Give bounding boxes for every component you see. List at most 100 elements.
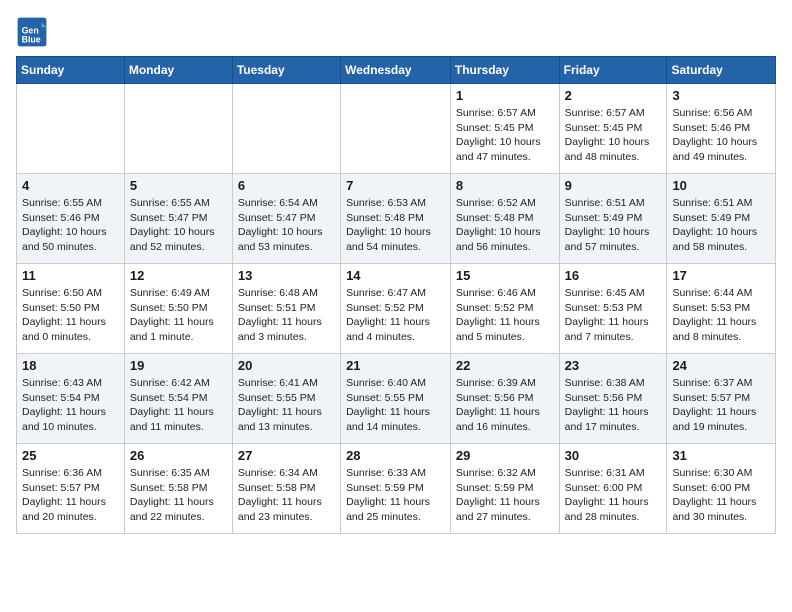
day-info: Sunrise: 6:51 AM Sunset: 5:49 PM Dayligh… <box>565 196 662 255</box>
day-info: Sunrise: 6:39 AM Sunset: 5:56 PM Dayligh… <box>456 376 554 435</box>
day-header-wednesday: Wednesday <box>341 57 451 84</box>
calendar-cell: 13 Sunrise: 6:48 AM Sunset: 5:51 PM Dayli… <box>232 264 340 354</box>
calendar-cell <box>17 84 125 174</box>
calendar-cell: 31 Sunrise: 6:30 AM Sunset: 6:00 PM Dayli… <box>667 444 776 534</box>
logo-icon: Gen Blue <box>16 16 48 48</box>
calendar-cell: 9 Sunrise: 6:51 AM Sunset: 5:49 PM Daylig… <box>559 174 667 264</box>
calendar-cell: 7 Sunrise: 6:53 AM Sunset: 5:48 PM Daylig… <box>341 174 451 264</box>
day-info: Sunrise: 6:34 AM Sunset: 5:58 PM Dayligh… <box>238 466 335 525</box>
day-number: 18 <box>22 358 119 373</box>
calendar-cell: 3 Sunrise: 6:56 AM Sunset: 5:46 PM Daylig… <box>667 84 776 174</box>
calendar-cell: 21 Sunrise: 6:40 AM Sunset: 5:55 PM Dayli… <box>341 354 451 444</box>
day-header-monday: Monday <box>124 57 232 84</box>
day-header-tuesday: Tuesday <box>232 57 340 84</box>
calendar-cell: 6Sunrise: 6:54 AM Sunset: 5:47 PM Daylig… <box>232 174 340 264</box>
calendar-cell: 23Sunrise: 6:38 AM Sunset: 5:56 PM Dayli… <box>559 354 667 444</box>
calendar-week-2: 4 Sunrise: 6:55 AM Sunset: 5:46 PM Daylig… <box>17 174 776 264</box>
day-info: Sunrise: 6:48 AM Sunset: 5:51 PM Dayligh… <box>238 286 335 345</box>
day-info: Sunrise: 6:40 AM Sunset: 5:55 PM Dayligh… <box>346 376 445 435</box>
calendar-cell: 19Sunrise: 6:42 AM Sunset: 5:54 PM Dayli… <box>124 354 232 444</box>
day-info: Sunrise: 6:36 AM Sunset: 5:57 PM Dayligh… <box>22 466 119 525</box>
day-number: 8 <box>456 178 554 193</box>
day-number: 31 <box>672 448 770 463</box>
svg-text:Blue: Blue <box>22 34 41 44</box>
calendar-cell: 10Sunrise: 6:51 AM Sunset: 5:49 PM Dayli… <box>667 174 776 264</box>
day-number: 3 <box>672 88 770 103</box>
calendar-cell: 20 Sunrise: 6:41 AM Sunset: 5:55 PM Dayli… <box>232 354 340 444</box>
day-info: Sunrise: 6:56 AM Sunset: 5:46 PM Dayligh… <box>672 106 770 165</box>
day-number: 28 <box>346 448 445 463</box>
day-info: Sunrise: 6:38 AM Sunset: 5:56 PM Dayligh… <box>565 376 662 435</box>
calendar-cell <box>124 84 232 174</box>
day-number: 5 <box>130 178 227 193</box>
day-info: Sunrise: 6:43 AM Sunset: 5:54 PM Dayligh… <box>22 376 119 435</box>
calendar-cell: 1Sunrise: 6:57 AM Sunset: 5:45 PM Daylig… <box>450 84 559 174</box>
calendar-cell: 8 Sunrise: 6:52 AM Sunset: 5:48 PM Daylig… <box>450 174 559 264</box>
day-info: Sunrise: 6:52 AM Sunset: 5:48 PM Dayligh… <box>456 196 554 255</box>
day-number: 15 <box>456 268 554 283</box>
day-number: 25 <box>22 448 119 463</box>
day-number: 9 <box>565 178 662 193</box>
day-info: Sunrise: 6:50 AM Sunset: 5:50 PM Dayligh… <box>22 286 119 345</box>
day-info: Sunrise: 6:47 AM Sunset: 5:52 PM Dayligh… <box>346 286 445 345</box>
day-number: 24 <box>672 358 770 373</box>
page-header: Gen Blue <box>16 16 776 48</box>
day-info: Sunrise: 6:55 AM Sunset: 5:47 PM Dayligh… <box>130 196 227 255</box>
day-number: 13 <box>238 268 335 283</box>
day-info: Sunrise: 6:45 AM Sunset: 5:53 PM Dayligh… <box>565 286 662 345</box>
day-number: 19 <box>130 358 227 373</box>
day-info: Sunrise: 6:44 AM Sunset: 5:53 PM Dayligh… <box>672 286 770 345</box>
day-number: 2 <box>565 88 662 103</box>
day-info: Sunrise: 6:51 AM Sunset: 5:49 PM Dayligh… <box>672 196 770 255</box>
calendar-cell: 11 Sunrise: 6:50 AM Sunset: 5:50 PM Dayli… <box>17 264 125 354</box>
day-number: 7 <box>346 178 445 193</box>
day-info: Sunrise: 6:31 AM Sunset: 6:00 PM Dayligh… <box>565 466 662 525</box>
day-header-friday: Friday <box>559 57 667 84</box>
day-header-sunday: Sunday <box>17 57 125 84</box>
day-info: Sunrise: 6:30 AM Sunset: 6:00 PM Dayligh… <box>672 466 770 525</box>
calendar-cell: 18 Sunrise: 6:43 AM Sunset: 5:54 PM Dayli… <box>17 354 125 444</box>
calendar-table: SundayMondayTuesdayWednesdayThursdayFrid… <box>16 56 776 534</box>
day-info: Sunrise: 6:49 AM Sunset: 5:50 PM Dayligh… <box>130 286 227 345</box>
day-info: Sunrise: 6:54 AM Sunset: 5:47 PM Dayligh… <box>238 196 335 255</box>
day-info: Sunrise: 6:35 AM Sunset: 5:58 PM Dayligh… <box>130 466 227 525</box>
day-number: 29 <box>456 448 554 463</box>
calendar-cell: 2 Sunrise: 6:57 AM Sunset: 5:45 PM Daylig… <box>559 84 667 174</box>
calendar-cell: 29 Sunrise: 6:32 AM Sunset: 5:59 PM Dayli… <box>450 444 559 534</box>
calendar-week-5: 25 Sunrise: 6:36 AM Sunset: 5:57 PM Dayli… <box>17 444 776 534</box>
calendar-cell: 17 Sunrise: 6:44 AM Sunset: 5:53 PM Dayli… <box>667 264 776 354</box>
day-info: Sunrise: 6:55 AM Sunset: 5:46 PM Dayligh… <box>22 196 119 255</box>
calendar-week-1: 1 Sunrise: 6:57 AM Sunset: 5:45 PM Daylig… <box>17 84 776 174</box>
logo: Gen Blue <box>16 16 52 48</box>
day-info: Sunrise: 6:53 AM Sunset: 5:48 PM Dayligh… <box>346 196 445 255</box>
day-number: 21 <box>346 358 445 373</box>
calendar-cell: 15 Sunrise: 6:46 AM Sunset: 5:52 PM Dayli… <box>450 264 559 354</box>
day-info: Sunrise: 6:41 AM Sunset: 5:55 PM Dayligh… <box>238 376 335 435</box>
day-number: 17 <box>672 268 770 283</box>
calendar-cell <box>232 84 340 174</box>
calendar-cell: 22Sunrise: 6:39 AM Sunset: 5:56 PM Dayli… <box>450 354 559 444</box>
calendar-week-4: 18 Sunrise: 6:43 AM Sunset: 5:54 PM Dayli… <box>17 354 776 444</box>
day-number: 12 <box>130 268 227 283</box>
calendar-cell: 16 Sunrise: 6:45 AM Sunset: 5:53 PM Dayli… <box>559 264 667 354</box>
day-number: 1 <box>456 88 554 103</box>
day-number: 20 <box>238 358 335 373</box>
day-info: Sunrise: 6:32 AM Sunset: 5:59 PM Dayligh… <box>456 466 554 525</box>
day-number: 14 <box>346 268 445 283</box>
day-info: Sunrise: 6:46 AM Sunset: 5:52 PM Dayligh… <box>456 286 554 345</box>
day-info: Sunrise: 6:57 AM Sunset: 5:45 PM Dayligh… <box>565 106 662 165</box>
calendar-cell: 5 Sunrise: 6:55 AM Sunset: 5:47 PM Daylig… <box>124 174 232 264</box>
day-info: Sunrise: 6:37 AM Sunset: 5:57 PM Dayligh… <box>672 376 770 435</box>
calendar-cell <box>341 84 451 174</box>
calendar-cell: 27 Sunrise: 6:34 AM Sunset: 5:58 PM Dayli… <box>232 444 340 534</box>
day-number: 11 <box>22 268 119 283</box>
day-number: 26 <box>130 448 227 463</box>
day-number: 16 <box>565 268 662 283</box>
day-header-saturday: Saturday <box>667 57 776 84</box>
calendar-cell: 24 Sunrise: 6:37 AM Sunset: 5:57 PM Dayli… <box>667 354 776 444</box>
day-number: 4 <box>22 178 119 193</box>
day-number: 30 <box>565 448 662 463</box>
calendar-cell: 25 Sunrise: 6:36 AM Sunset: 5:57 PM Dayli… <box>17 444 125 534</box>
day-number: 27 <box>238 448 335 463</box>
day-info: Sunrise: 6:33 AM Sunset: 5:59 PM Dayligh… <box>346 466 445 525</box>
